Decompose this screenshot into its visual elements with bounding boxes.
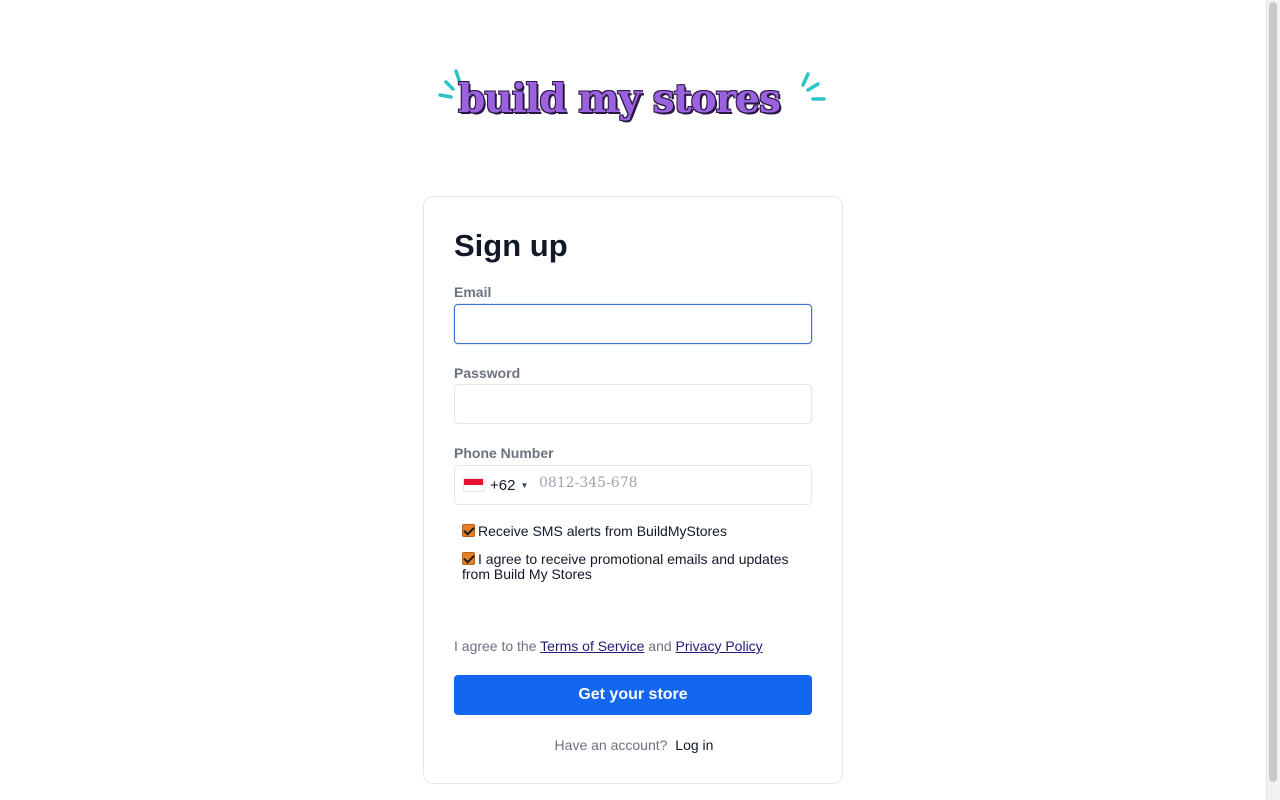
sms-alerts-checkbox[interactable] bbox=[462, 524, 475, 537]
terms-text: I agree to the Terms of Service and Priv… bbox=[454, 638, 763, 654]
country-code-select[interactable]: +62 ▼ bbox=[455, 466, 533, 504]
login-link[interactable]: Log in bbox=[675, 737, 713, 753]
brand-logo: build my stores bbox=[436, 66, 828, 136]
sms-alerts-option[interactable]: Receive SMS alerts from BuildMyStores bbox=[462, 524, 727, 539]
scrollbar[interactable] bbox=[1266, 0, 1280, 800]
have-account-text: Have an account? bbox=[554, 737, 668, 753]
scrollbar-thumb[interactable] bbox=[1269, 2, 1277, 782]
page-title: Sign up bbox=[454, 228, 568, 263]
phone-input[interactable]: 0812-345-678 bbox=[539, 475, 638, 491]
promo-emails-label: I agree to receive promotional emails an… bbox=[462, 551, 789, 582]
email-label: Email bbox=[454, 284, 492, 300]
logo-text: build my stores bbox=[458, 76, 781, 122]
signup-card: Sign up Email Password Phone Number +62 … bbox=[423, 196, 843, 784]
phone-field: +62 ▼ 0812-345-678 bbox=[454, 465, 812, 505]
promo-emails-option[interactable]: I agree to receive promotional emails an… bbox=[462, 552, 802, 582]
phone-label: Phone Number bbox=[454, 445, 554, 461]
login-prompt: Have an account? Log in bbox=[424, 737, 844, 753]
caret-down-icon: ▼ bbox=[520, 480, 529, 490]
password-label: Password bbox=[454, 365, 521, 381]
sms-alerts-label: Receive SMS alerts from BuildMyStores bbox=[478, 523, 727, 539]
password-field[interactable] bbox=[454, 384, 812, 424]
country-code: +62 bbox=[490, 476, 516, 494]
terms-conjunction: and bbox=[648, 638, 672, 654]
get-your-store-button[interactable]: Get your store bbox=[454, 675, 812, 715]
promo-emails-checkbox[interactable] bbox=[462, 552, 475, 565]
terms-prefix: I agree to the bbox=[454, 638, 537, 654]
terms-of-service-link[interactable]: Terms of Service bbox=[540, 638, 644, 654]
privacy-policy-link[interactable]: Privacy Policy bbox=[676, 638, 763, 654]
indonesia-flag-icon bbox=[463, 478, 484, 492]
email-field[interactable] bbox=[454, 304, 812, 344]
